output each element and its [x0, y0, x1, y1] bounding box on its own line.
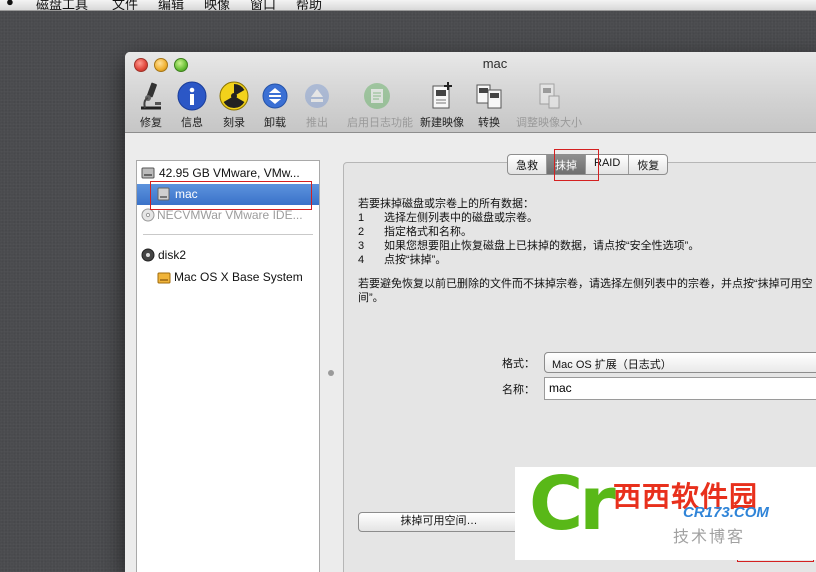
name-field[interactable]: [544, 377, 816, 400]
menu-edit[interactable]: 编辑: [158, 0, 184, 10]
erase-free-space-button[interactable]: 抹掉可用空间…: [358, 512, 520, 532]
new-image-icon: [432, 82, 452, 109]
disk-list-sidebar[interactable]: 42.95 GB VMware, VMw... mac NECVMWar VMw…: [136, 160, 320, 572]
split-view-handle[interactable]: [328, 370, 334, 376]
sidebar-item-base-system[interactable]: Mac OS X Base System: [137, 267, 319, 288]
annotation-box-erase-tab: [554, 149, 599, 181]
tab-first-aid[interactable]: 急救: [508, 155, 547, 174]
mounted-volume-icon: [157, 272, 171, 284]
apple-menu-icon[interactable]: ●: [6, 0, 14, 9]
sidebar-item-disk2[interactable]: disk2: [137, 245, 319, 266]
menu-disk-utility[interactable]: 磁盘工具: [36, 0, 88, 10]
menu-window[interactable]: 窗口: [250, 0, 276, 10]
annotation-box-mac: [150, 181, 312, 210]
menu-help[interactable]: 帮助: [296, 0, 322, 10]
watermark-url: CR173.COM: [683, 504, 769, 521]
erase-instructions: 若要抹掉磁盘或宗卷上的所有数据： 1 选择左侧列表中的磁盘或宗卷。 2 指定格式…: [358, 197, 699, 267]
name-label: 名称：: [502, 384, 535, 396]
erase-free-space-note: 若要避免恢复以前已删除的文件而不抹掉宗卷，请选择左侧列表中的宗卷，并点按“抹掉可…: [358, 278, 813, 304]
tab-restore[interactable]: 恢复: [629, 155, 667, 174]
disk-image-icon: [141, 248, 155, 262]
format-popup[interactable]: Mac OS 扩展（日志式）: [544, 352, 816, 373]
menu-bar: ● 磁盘工具 文件 编辑 映像 窗口 帮助: [0, 0, 816, 11]
erase-step: 2 指定格式和名称。: [358, 226, 472, 238]
menu-image[interactable]: 映像: [204, 0, 230, 10]
watermark-cr-logo: Cr: [529, 461, 616, 547]
window-title: mac: [482, 56, 508, 71]
convert-button[interactable]: 转换: [459, 80, 519, 130]
resize-image-icon: [539, 83, 560, 109]
format-popup-value: Mac OS 扩展（日志式）: [552, 359, 672, 371]
menu-file[interactable]: 文件: [112, 0, 138, 10]
erase-intro: 若要抹掉磁盘或宗卷上的所有数据：: [358, 198, 534, 210]
hard-disk-icon: [141, 167, 155, 179]
journal-icon: [364, 83, 390, 109]
format-label: 格式：: [502, 358, 535, 370]
eject-icon: [305, 84, 329, 108]
convert-icon: [476, 84, 502, 109]
resize-image-button[interactable]: 调整映像大小: [516, 80, 582, 130]
eject-button[interactable]: 推出: [287, 80, 347, 130]
toolbar: mac 修复 信息 刻录 卸载 推出 启用日志功能 新建映像 转换 调整映像大小: [125, 52, 816, 133]
erase-step: 3 如果您想要阻止恢复磁盘上已抹掉的数据，请点按“安全性选项”。: [358, 240, 700, 252]
erase-step: 1 选择左侧列表中的磁盘或宗卷。: [358, 212, 538, 224]
enable-journaling-button[interactable]: 启用日志功能: [347, 80, 413, 130]
watermark-logo: Cr 西西软件园 CR173.COM 技术博客: [515, 461, 816, 560]
optical-drive-icon: [141, 208, 155, 222]
watermark-blog: 技术博客: [673, 529, 746, 546]
erase-step: 4 点按“抹掉”。: [358, 254, 447, 266]
name-input[interactable]: [545, 378, 816, 398]
sidebar-separator: [143, 234, 313, 235]
